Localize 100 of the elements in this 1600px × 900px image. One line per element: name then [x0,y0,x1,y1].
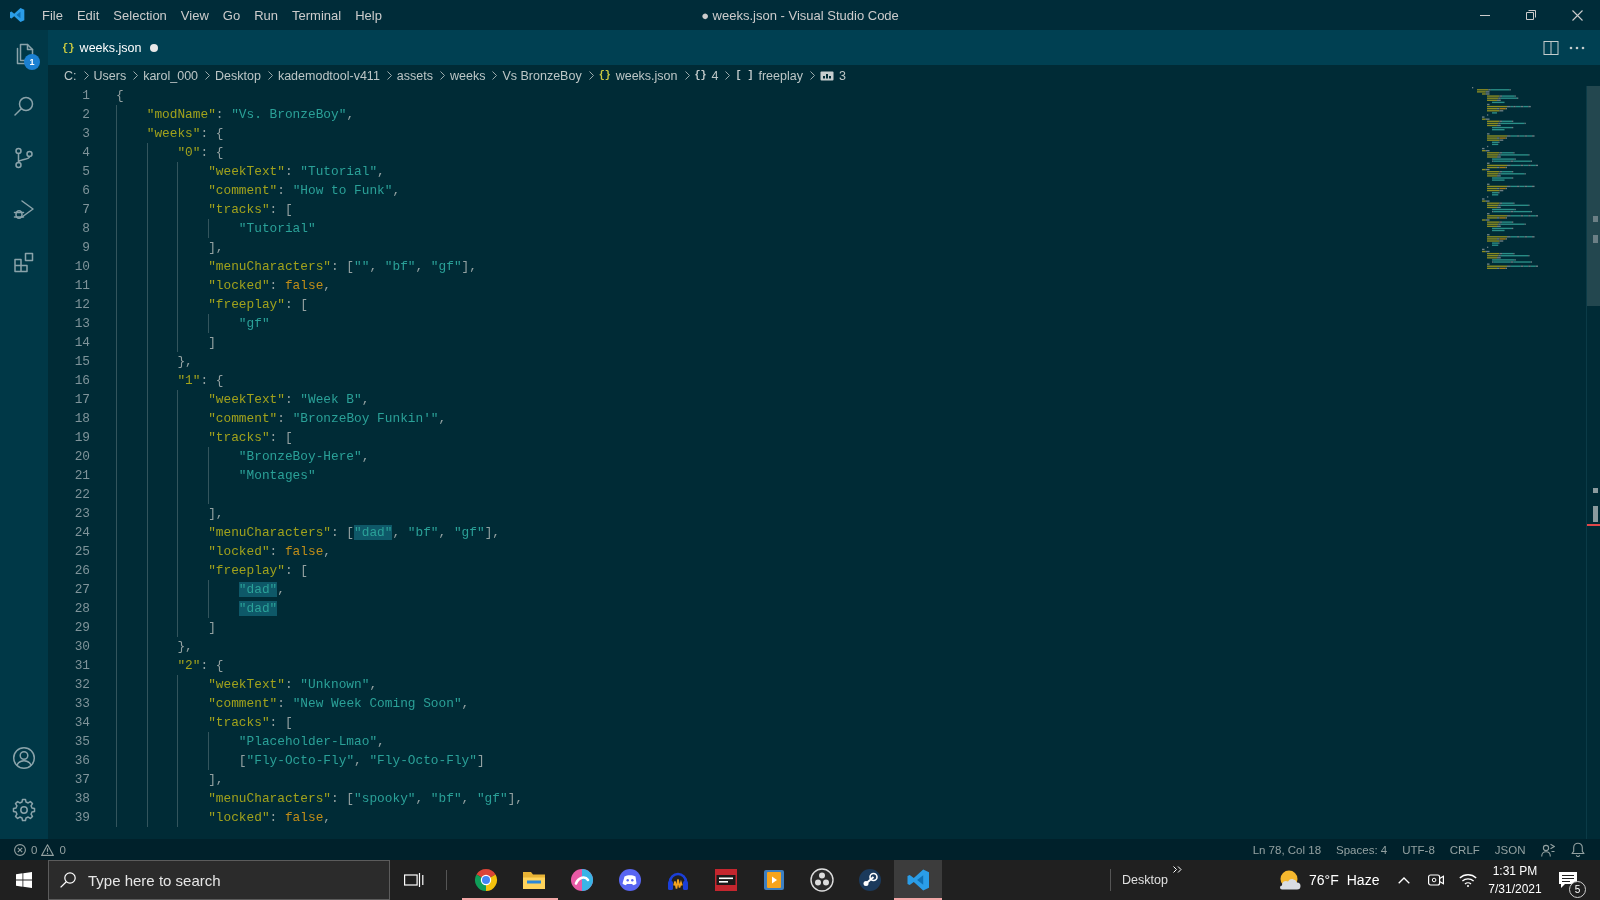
line-number: 26 [73,562,90,580]
line-number: 7 [81,201,90,219]
desktop-toolbar[interactable]: Desktop [1122,873,1168,887]
line-number: 4 [81,144,90,162]
minimap[interactable] [1472,87,1539,269]
scrollbar[interactable] [1586,86,1600,839]
breadcrumb-item[interactable]: C: [64,68,77,83]
search-field[interactable]: Type here to search [48,860,390,900]
boxed-bars-icon [819,70,834,81]
menu-item[interactable]: View [173,0,216,30]
menu-item[interactable]: Help [348,0,389,30]
code-line: "menuCharacters": ["dad", "bf", "gf"], [208,524,500,542]
menu-item[interactable]: Run [247,0,285,30]
camera-icon[interactable] [1428,873,1444,887]
unsaved-dot-icon[interactable] [150,43,159,52]
menu-item[interactable]: File [35,0,70,30]
breadcrumb-item[interactable]: assets [396,68,433,83]
status-bar-item[interactable]: Ln 78, Col 18 [1245,843,1329,856]
window-panes-icon[interactable] [16,872,32,888]
split-editor-icon[interactable] [1543,39,1559,56]
breadcrumb-item[interactable]: Desktop [215,68,261,83]
line-number: 16 [73,372,90,390]
breadcrumb-item[interactable]: Vs BronzeBoy [502,68,582,83]
warning-count[interactable]: 0 [59,843,66,856]
line-number: 37 [73,771,90,789]
line-number: 35 [73,733,90,751]
menu-item[interactable]: Terminal [285,0,349,30]
warning-icon[interactable] [41,843,55,856]
code-line: ], [208,505,224,523]
code-line: "weekText": "Unknown", [208,676,378,694]
code-line: "weeks": { [146,125,224,143]
chevron-icon [725,71,731,80]
code-line: "Placeholder-Lmao", [238,733,385,751]
status-bar-item[interactable]: Spaces: 4 [1328,843,1395,856]
chevron-icon [440,71,445,80]
code-line: ["Fly-Octo-Fly", "Fly-Octo-Fly"] [238,752,485,770]
line-number: 1 [81,87,90,105]
line-number: 29 [73,619,90,637]
line-number: 22 [73,486,90,504]
caret-up-icon[interactable] [1398,876,1410,884]
menu-item[interactable]: Edit [69,0,107,30]
more-icon[interactable] [1569,45,1585,50]
weather-condition[interactable]: Haze [1346,872,1380,888]
status-bar-item[interactable]: CRLF [1442,843,1488,856]
close-icon[interactable] [1571,9,1583,21]
code-line: "modName": "Vs. BronzeBoy", [146,106,355,124]
error-count[interactable]: 0 [31,843,38,856]
clock[interactable]: 1:31 PM 7/31/2021 [1484,862,1546,898]
temperature[interactable]: 76°F [1309,872,1339,888]
bell-icon[interactable] [1571,842,1585,857]
breadcrumb-item[interactable]: karol_000 [143,68,199,83]
menu-item[interactable]: Go [215,0,248,30]
breadcrumb-item[interactable]: weeks [450,68,486,83]
error-icon[interactable] [14,843,26,856]
breadcrumb-item[interactable]: {} 4 [694,68,719,83]
menu-item[interactable]: Selection [106,0,174,30]
code-line: "dad", [238,581,285,599]
breadcrumb-item[interactable]: 3 [819,68,846,83]
wifi-icon[interactable] [1459,873,1477,887]
code-line: "1": { [177,372,224,390]
run-debug-icon[interactable] [12,198,36,222]
line-number: 9 [81,239,90,257]
explorer-count: 1 [24,54,40,70]
breadcrumb-item[interactable]: [ ] freeplay [735,68,803,83]
round-logo-icon [858,868,882,892]
settings-icon[interactable] [12,798,36,822]
ribbon-logo-icon [906,868,930,892]
code-line: ] [208,334,216,352]
account-icon[interactable] [12,746,36,770]
sun-cloud-icon[interactable] [1278,870,1302,890]
source-control-icon[interactable] [12,146,36,170]
three-dot-ring-icon [810,868,834,892]
controller-face-icon [618,868,642,892]
breadcrumb-item[interactable]: {} weeks.json [598,68,678,83]
editor-tab[interactable]: {} weeks.json [48,30,173,65]
minimize-icon[interactable] [1480,14,1490,16]
line-number: 10 [73,258,90,276]
code-line: "tracks": [ [208,201,293,219]
double-chevron-icon[interactable] [1172,866,1182,873]
status-bar-item[interactable]: UTF-8 [1394,843,1443,856]
search-icon[interactable] [12,94,36,118]
chevron-icon [267,71,273,80]
feedback-icon[interactable] [1541,842,1555,857]
breadcrumb-item[interactable]: kademodtool-v411 [277,68,380,83]
extensions-icon[interactable] [12,250,36,274]
task-view-icon[interactable] [404,872,424,888]
square-tile-icon [714,868,738,892]
line-number: 20 [73,448,90,466]
line-number: 28 [73,600,90,618]
chevron-icon [133,71,139,80]
braces-icon: {} [62,41,75,54]
code-line: "weekText": "Week B", [208,391,370,409]
status-bar-item[interactable]: JSON [1487,843,1533,856]
restore-icon[interactable] [1526,10,1536,20]
breadcrumb-item[interactable]: Users [93,68,127,83]
code-line: }, [177,353,193,371]
code-line: "locked": false, [208,277,332,295]
code-line: "menuCharacters": ["spooky", "bf", "gf"], [208,790,523,808]
code-line: ], [208,771,224,789]
code-line: "comment": "BronzeBoy Funkin'", [208,410,447,428]
